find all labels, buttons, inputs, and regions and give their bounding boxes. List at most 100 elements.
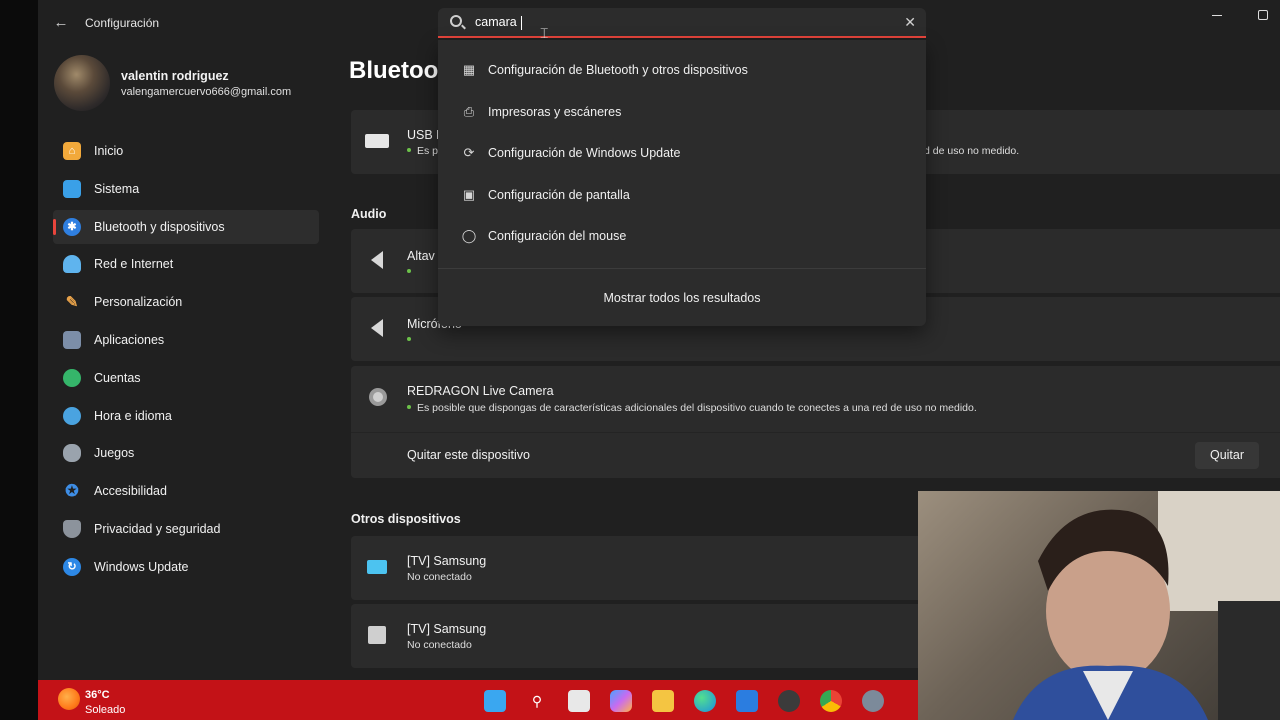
weather-icon[interactable] <box>58 688 80 710</box>
text-caret <box>521 16 522 30</box>
user-email: valengamercuervo666@gmail.com <box>121 86 292 98</box>
card-title: [TV] Samsung <box>407 622 487 636</box>
search-result-label: Configuración del mouse <box>488 229 627 243</box>
sidebar-item-bluetooth[interactable]: ✱ Bluetooth y dispositivos <box>53 209 319 244</box>
card-subtitle: Es p <box>417 145 439 157</box>
user-name: valentin rodriguez <box>121 69 229 83</box>
laptop-icon: ▣ <box>462 187 476 202</box>
sidebar-item-label: Aplicaciones <box>94 332 165 347</box>
search-result[interactable]: ⟳ Configuración de Windows Update <box>438 135 926 171</box>
edge-icon[interactable] <box>694 690 716 712</box>
keyboard-icon <box>365 134 389 148</box>
card-title: [TV] Samsung <box>407 554 487 568</box>
sidebar-item-accesibilidad[interactable]: ✪ Accesibilidad <box>53 474 319 508</box>
connected-dot <box>407 148 411 152</box>
weather-condition[interactable]: Soleado <box>85 704 125 716</box>
app-icon[interactable] <box>778 690 800 712</box>
globe-clock-icon <box>63 406 81 425</box>
other-devices-label: Otros dispositivos <box>351 512 461 526</box>
mail-icon[interactable] <box>736 690 758 712</box>
card-title: Altav <box>407 249 435 263</box>
sidebar-item-privacidad[interactable]: Privacidad y seguridad <box>53 512 319 546</box>
left-dark-band <box>0 0 38 720</box>
update-icon: ↻ <box>63 557 81 576</box>
sidebar-item-red[interactable]: Red e Internet <box>53 247 319 281</box>
show-all-results-link[interactable]: Mostrar todos los resultados <box>438 291 926 305</box>
sidebar-item-cuentas[interactable]: Cuentas <box>53 361 319 395</box>
wifi-icon <box>63 255 81 274</box>
devices-icon: ▦ <box>462 62 476 77</box>
remove-button[interactable]: Quitar <box>1195 442 1259 469</box>
search-result[interactable]: ▣ Configuración de pantalla <box>438 177 926 213</box>
file-explorer-icon[interactable] <box>652 690 674 712</box>
chrome-icon[interactable] <box>820 690 842 712</box>
avatar[interactable] <box>54 55 110 111</box>
back-button[interactable]: ← <box>50 12 72 34</box>
start-icon[interactable] <box>484 690 506 712</box>
maximize-button[interactable] <box>1258 10 1268 20</box>
minimize-button[interactable] <box>1210 6 1224 20</box>
camera-card[interactable]: REDRAGON Live Camera Es posible que disp… <box>351 366 1280 478</box>
card-subtitle: No conectado <box>407 639 472 651</box>
search-input[interactable] <box>475 15 895 29</box>
close-icon[interactable]: ✕ <box>904 14 916 31</box>
sidebar-item-sistema[interactable]: Sistema <box>53 172 319 206</box>
search-result-label: Configuración de pantalla <box>488 188 630 202</box>
divider <box>438 268 926 269</box>
search-result[interactable]: ⎙ Impresoras y escáneres <box>438 94 926 130</box>
sidebar-item-inicio[interactable]: ⌂ Inicio <box>53 134 319 168</box>
shield-icon <box>63 519 81 538</box>
weather-temperature[interactable]: 36°C <box>85 689 110 701</box>
audio-section-label: Audio <box>351 207 387 221</box>
connected-dot <box>407 337 411 341</box>
copilot-icon[interactable] <box>610 690 632 712</box>
search-icon[interactable]: ⚲ <box>526 690 548 712</box>
printer-icon: ⎙ <box>463 104 475 119</box>
sidebar-item-label: Sistema <box>94 181 140 196</box>
speaker-icon <box>371 319 383 337</box>
sidebar-item-hora[interactable]: Hora e idioma <box>53 399 319 433</box>
sidebar-item-aplicaciones[interactable]: Aplicaciones <box>53 323 319 357</box>
page-title: Bluetoo <box>349 57 439 84</box>
tv-icon <box>368 626 386 644</box>
task-view-icon[interactable] <box>568 690 590 712</box>
speaker-icon <box>371 251 383 269</box>
sidebar-item-label: Hora e idioma <box>94 408 172 423</box>
monitor-icon <box>63 179 81 198</box>
sidebar-nav: ⌂ Inicio Sistema ✱ Bluetooth y dispositi… <box>53 134 319 588</box>
search-box[interactable]: ⌶ ✕ <box>438 8 926 41</box>
brush-icon: ✎ <box>65 294 79 312</box>
search-result-label: Impresoras y escáneres <box>488 105 622 119</box>
apps-icon <box>63 330 81 349</box>
card-subtitle: No conectado <box>407 571 472 583</box>
card-subtitle-right: d de uso no medido. <box>924 145 1020 157</box>
taskbar: 36°C Soleado ⚲ <box>38 680 918 720</box>
search-result[interactable]: ◯ Configuración del mouse <box>438 218 926 254</box>
mouse-icon: ◯ <box>461 228 477 243</box>
settings-icon[interactable] <box>862 690 884 712</box>
sidebar-item-label: Bluetooth y dispositivos <box>94 219 225 234</box>
connected-dot <box>407 405 411 409</box>
home-icon: ⌂ <box>63 142 81 160</box>
gamepad-icon <box>63 444 81 463</box>
search-result[interactable]: ▦ Configuración de Bluetooth y otros dis… <box>438 52 926 88</box>
sidebar-item-label: Windows Update <box>94 559 189 574</box>
sidebar-item-juegos[interactable]: Juegos <box>53 436 319 470</box>
sidebar-item-label: Cuentas <box>94 370 141 385</box>
card-subtitle: Es posible que dispongas de característi… <box>417 402 977 414</box>
sidebar-item-windows-update[interactable]: ↻ Windows Update <box>53 550 319 584</box>
card-divider <box>351 432 1280 433</box>
webcam-icon <box>369 388 387 406</box>
card-title: REDRAGON Live Camera <box>407 384 554 398</box>
search-result-label: Configuración de Bluetooth y otros dispo… <box>488 63 748 77</box>
sidebar-item-label: Juegos <box>94 446 135 461</box>
accessibility-icon: ✪ <box>65 483 79 501</box>
bluetooth-icon: ✱ <box>63 217 81 236</box>
search-results-dropdown: ▦ Configuración de Bluetooth y otros dis… <box>438 40 926 326</box>
sidebar-item-label: Privacidad y seguridad <box>94 521 221 536</box>
search-result-label: Configuración de Windows Update <box>488 146 681 160</box>
sidebar-item-label: Red e Internet <box>94 257 174 272</box>
sidebar-item-personalizacion[interactable]: ✎ Personalización <box>53 285 319 319</box>
webcam-person-image <box>1013 491 1280 720</box>
webcam-overlay <box>918 491 1280 720</box>
